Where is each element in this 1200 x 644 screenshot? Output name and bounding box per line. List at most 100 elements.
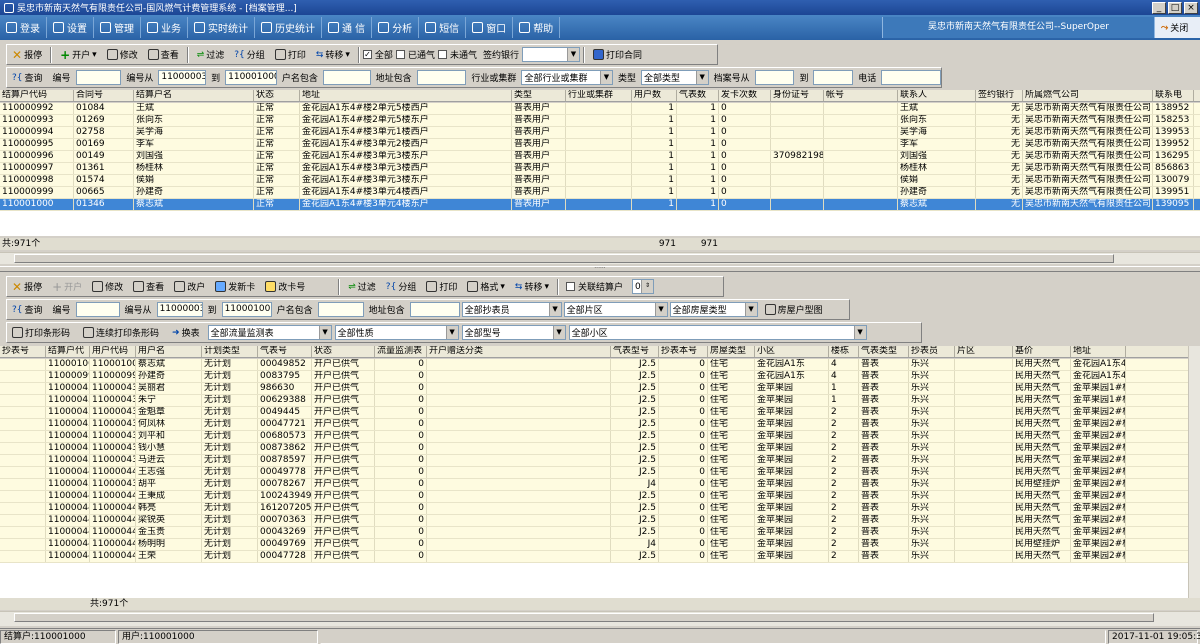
menu-item-9[interactable]: 窗口: [466, 17, 514, 38]
open-account-button[interactable]: + 开户 ▾: [55, 46, 102, 64]
column-header[interactable]: 联系电: [1153, 90, 1194, 101]
group-button[interactable]: ?{分组: [229, 46, 270, 64]
column-header[interactable]: 地址: [300, 90, 512, 101]
issue-card-button[interactable]: 发新卡: [210, 278, 260, 296]
column-header[interactable]: 身份证号: [771, 90, 824, 101]
table-row[interactable]: 110000438110000438马进云无计划00878597开户已供气0J2…: [0, 455, 1200, 467]
house-model-button[interactable]: 房屋户型图: [760, 301, 828, 319]
maximize-button[interactable]: □: [1168, 1, 1182, 14]
table-row[interactable]: 110000434110000434金魁章无计划0049445开户已供气0J2.…: [0, 407, 1200, 419]
column-header[interactable]: 结算户名: [134, 90, 254, 101]
close-window-button[interactable]: ×: [1184, 1, 1198, 14]
b-report-stop-button[interactable]: ✕ 报停: [7, 278, 47, 296]
link-settlement-checkbox[interactable]: [565, 282, 575, 291]
change-user-button[interactable]: 改户: [169, 278, 210, 296]
column-header[interactable]: 用户数: [632, 90, 677, 101]
table-row[interactable]: 110001000 01346 蔡志斌 正常 金花园A1东4#楼3单元4楼东户 普表用户 1…: [0, 199, 1200, 211]
menu-item-7[interactable]: 分析: [372, 17, 420, 38]
spin-icon[interactable]: ⇕: [641, 280, 653, 293]
view-button[interactable]: 查看: [143, 46, 184, 64]
column-header[interactable]: 气表型号: [611, 346, 659, 357]
table-row[interactable]: 110000435110000435刘平和无计划00680573开户已供气0J2…: [0, 431, 1200, 443]
table-row[interactable]: 110000440110000440王志强无计划00049778开户已供气0J2…: [0, 467, 1200, 479]
column-header[interactable]: 联系人: [898, 90, 976, 101]
b-query-button[interactable]: ?{查询: [7, 301, 48, 319]
column-header[interactable]: 行业或集群: [566, 90, 632, 101]
table-row[interactable]: 110000994 02758 吴学海 正常 金花园A1东4#楼3单元1楼西户 普表用户 1…: [0, 127, 1200, 139]
table-row[interactable]: 110000436110000436何凤林无计划00047721开户已供气0J2…: [0, 419, 1200, 431]
column-header[interactable]: 气表号: [258, 346, 312, 357]
table-row[interactable]: 110000433110000433朱宁无计划00629388开户已供气0J2.…: [0, 395, 1200, 407]
bank-select[interactable]: ▼: [521, 47, 580, 62]
bottom-horizontal-scrollbar[interactable]: [0, 611, 1200, 626]
table-row[interactable]: 110000432110000432吴丽君无计划986630开户已供气0J2.5…: [0, 383, 1200, 395]
column-header[interactable]: 状态: [312, 346, 375, 357]
print-barcode-button[interactable]: 打印条形码: [7, 324, 75, 342]
column-header[interactable]: 抄表本号: [659, 346, 708, 357]
column-header[interactable]: 签约银行: [976, 90, 1023, 101]
column-header[interactable]: 计划类型: [202, 346, 258, 357]
minimize-button[interactable]: _: [1152, 1, 1166, 14]
print-button[interactable]: 打印: [270, 46, 311, 64]
number-input[interactable]: [75, 70, 122, 85]
b-view-button[interactable]: 查看: [128, 278, 169, 296]
house-type-select[interactable]: 全部房屋类型 ▼: [669, 302, 758, 317]
menu-item-5[interactable]: 历史统计: [255, 17, 322, 38]
column-header[interactable]: 用户代码: [90, 346, 136, 357]
splitter[interactable]: ······: [0, 266, 1200, 272]
table-row[interactable]: 110000439110000439胡平无计划00078267开户已供气0J40…: [0, 479, 1200, 491]
table-row[interactable]: 110000443110000443韩亮无计划161207205开户已供气0J2…: [0, 503, 1200, 515]
b-transfer-button[interactable]: ⇆ 转移 ▾: [510, 278, 554, 296]
menu-item-1[interactable]: 设置: [47, 17, 94, 38]
print-barcode-continuous-button[interactable]: 连续打印条形码: [78, 324, 164, 342]
spin-input[interactable]: 0 ⇕: [632, 279, 654, 294]
model-select[interactable]: 全部型号 ▼: [461, 325, 566, 340]
number-from-input[interactable]: 11000003: [158, 70, 207, 85]
table-row[interactable]: 110000998 01574 侯娟 正常 金花园A1东4#楼3单元3楼东户 普表用户 1 1…: [0, 175, 1200, 187]
column-header[interactable]: 流量监测表: [375, 346, 427, 357]
meter-reader-select[interactable]: 全部抄表员 ▼: [461, 302, 562, 317]
type-select[interactable]: 全部类型 ▼: [640, 70, 709, 85]
phone-input[interactable]: [881, 70, 941, 85]
modify-button[interactable]: 修改: [102, 46, 143, 64]
column-header[interactable]: 合同号: [74, 90, 134, 101]
column-header[interactable]: 所属燃气公司: [1023, 90, 1153, 101]
file-no-to-input[interactable]: [813, 70, 854, 85]
table-row[interactable]: 110000437110000437钱小慧无计划00873862开户已供气0J2…: [0, 443, 1200, 455]
address-contains-input[interactable]: [416, 70, 467, 85]
column-header[interactable]: 小区: [755, 346, 829, 357]
table-row[interactable]: 110000445110000445杨明明无计划00049769开户已供气0J4…: [0, 539, 1200, 551]
b-modify-button[interactable]: 修改: [87, 278, 128, 296]
community-select[interactable]: 全部小区 ▼: [568, 325, 867, 340]
column-header[interactable]: 气表类型: [859, 346, 909, 357]
property-select[interactable]: 全部性质 ▼: [334, 325, 459, 340]
b-group-button[interactable]: ?{分组: [381, 278, 422, 296]
column-header[interactable]: 结算户代码: [0, 90, 74, 101]
menu-item-2[interactable]: 管理: [94, 17, 141, 38]
column-header[interactable]: 片区: [955, 346, 1013, 357]
menu-item-4[interactable]: 实时统计: [188, 17, 255, 38]
industry-select[interactable]: 全部行业或集群 ▼: [521, 70, 613, 85]
table-row[interactable]: 110000996 00149 刘国强 正常 金花园A1东4#楼3单元3楼东户 普表用户 1…: [0, 151, 1200, 163]
table-row[interactable]: 110000444110000444金玉贵无计划00043269开户已供气0J2…: [0, 527, 1200, 539]
gas-on-checkbox[interactable]: [395, 50, 405, 59]
table-row[interactable]: 110000441110000441王秉成无计划100243949开户已供气0J…: [0, 491, 1200, 503]
column-header[interactable]: 楼栋: [829, 346, 859, 357]
column-header[interactable]: 用户名: [136, 346, 202, 357]
column-header[interactable]: 气表数: [677, 90, 719, 101]
b-number-input[interactable]: [75, 302, 120, 317]
top-horizontal-scrollbar[interactable]: [0, 252, 1200, 264]
column-header[interactable]: 抄表号: [0, 346, 46, 357]
table-row[interactable]: 110000999110000999孙建奇无计划0083795开户已供气0J2.…: [0, 371, 1200, 383]
column-header[interactable]: 状态: [254, 90, 300, 101]
format-button[interactable]: 格式 ▾: [462, 278, 510, 296]
report-stop-button[interactable]: ✕ 报停: [7, 46, 47, 64]
swap-meter-button[interactable]: ➜ 换表: [167, 324, 205, 342]
table-row[interactable]: 110000997 01361 杨桂林 正常 金花园A1东4#楼3单元3楼西户 普表用户 1…: [0, 163, 1200, 175]
name-contains-input[interactable]: [322, 70, 371, 85]
column-header[interactable]: 房屋类型: [708, 346, 755, 357]
table-row[interactable]: 110000999 00665 孙建奇 正常 金花园A1东4#楼3单元4楼西户 普表用户 1…: [0, 187, 1200, 199]
print-contract-button[interactable]: 打印合同: [588, 46, 647, 64]
scroll-thumb[interactable]: [14, 254, 1114, 263]
b-number-to-input[interactable]: 110001000: [221, 302, 272, 317]
